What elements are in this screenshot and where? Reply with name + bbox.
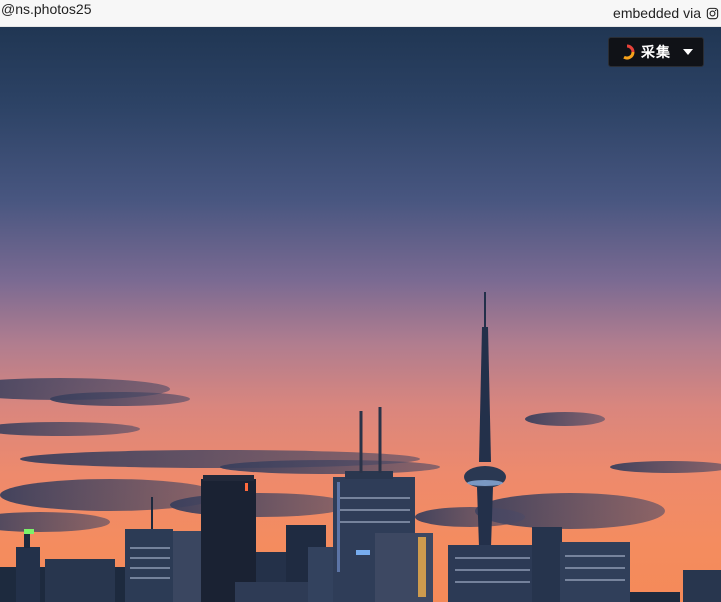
username-link[interactable]: @ns.photos25	[1, 1, 92, 17]
skyline-illustration	[0, 292, 721, 602]
skyline-photo[interactable]	[0, 27, 721, 602]
collect-button[interactable]: 采集	[608, 37, 704, 67]
embed-header: @ns.photos25 embedded via	[0, 0, 721, 27]
collect-main[interactable]: 采集	[609, 42, 673, 62]
instagram-embed: @ns.photos25 embedded via 采集	[0, 0, 721, 602]
huaban-logo-icon	[623, 44, 635, 60]
embedded-via-label: embedded via	[613, 5, 701, 21]
collect-label: 采集	[641, 44, 671, 60]
instagram-icon[interactable]	[706, 7, 719, 20]
caret-down-icon	[683, 49, 693, 55]
embedded-via[interactable]: embedded via	[613, 5, 719, 21]
collect-dropdown[interactable]	[673, 38, 703, 66]
